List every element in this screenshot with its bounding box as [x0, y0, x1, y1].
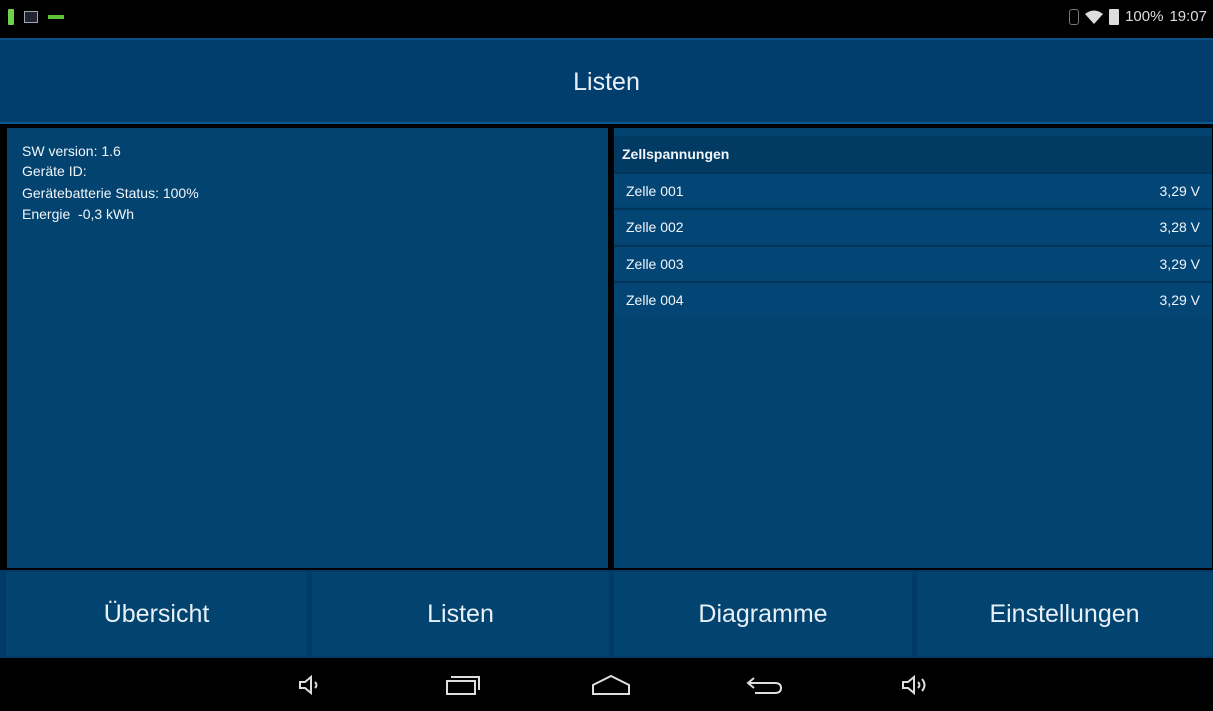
- cell-label: Zelle 004: [626, 292, 684, 308]
- cell-voltage: 3,28 V: [1159, 219, 1200, 235]
- cell-voltage: 3,29 V: [1159, 183, 1200, 199]
- navigation-bar: [0, 660, 1213, 711]
- charging-notification-icon: [48, 15, 64, 19]
- tab-lists[interactable]: Listen: [312, 572, 609, 656]
- home-icon[interactable]: [591, 670, 631, 700]
- sw-version-text: SW version: 1.6: [22, 143, 121, 159]
- list-item[interactable]: Zelle 004 3,29 V: [614, 281, 1212, 315]
- battery-icon: [1109, 8, 1120, 25]
- cell-voltage: 3,29 V: [1159, 256, 1200, 272]
- list-item[interactable]: Zelle 002 3,28 V: [614, 208, 1212, 242]
- status-bar: 100% 19:07: [0, 0, 1213, 36]
- device-id-text: Geräte ID:: [22, 163, 87, 179]
- cell-voltage: 3,29 V: [1159, 292, 1200, 308]
- system-status: 100% 19:07: [1069, 8, 1207, 25]
- list-header: Zellspannungen: [614, 136, 1212, 172]
- bluetooth-icon: [1069, 8, 1080, 25]
- device-info-panel: SW version: 1.6 Geräte ID: Gerätebatteri…: [7, 128, 608, 568]
- page-title: Listen: [573, 68, 640, 96]
- cell-label: Zelle 002: [626, 219, 684, 235]
- bottom-tab-bar: Übersicht Listen Diagramme Einstellungen: [0, 570, 1213, 658]
- list-item[interactable]: Zelle 003 3,29 V: [614, 245, 1212, 279]
- title-bar: Listen: [0, 38, 1213, 124]
- tab-settings[interactable]: Einstellungen: [917, 572, 1212, 656]
- cell-label: Zelle 003: [626, 256, 684, 272]
- tab-diagrams[interactable]: Diagramme: [614, 572, 912, 656]
- clock: 19:07: [1169, 8, 1207, 25]
- tab-overview[interactable]: Übersicht: [6, 572, 307, 656]
- back-icon[interactable]: [745, 670, 785, 700]
- battery-notification-icon: [8, 9, 14, 25]
- image-notification-icon: [24, 11, 38, 23]
- energy-text: Energie -0,3 kWh: [22, 206, 135, 222]
- notification-icons: [8, 9, 64, 25]
- cell-label: Zelle 001: [626, 183, 684, 199]
- battery-status-text: Gerätebatterie Status: 100%: [22, 185, 199, 201]
- cell-voltage-panel: Zellspannungen Zelle 001 3,29 V Zelle 00…: [614, 128, 1212, 568]
- volume-down-icon[interactable]: [290, 670, 330, 700]
- list-header-label: Zellspannungen: [622, 146, 730, 162]
- volume-up-icon[interactable]: [896, 670, 936, 700]
- battery-percent: 100%: [1125, 8, 1164, 25]
- list-item[interactable]: Zelle 001 3,29 V: [614, 172, 1212, 206]
- wifi-icon: [1085, 10, 1104, 24]
- recent-apps-icon[interactable]: [443, 670, 483, 700]
